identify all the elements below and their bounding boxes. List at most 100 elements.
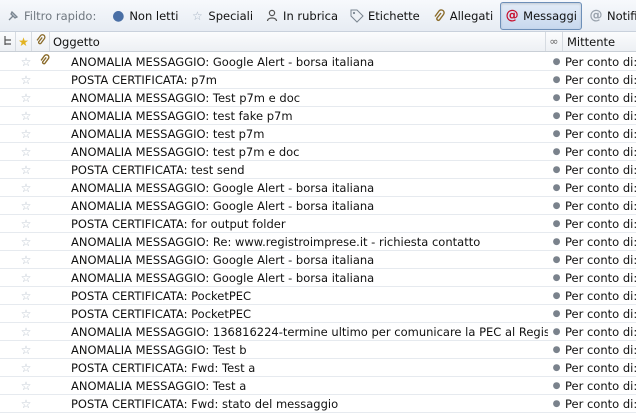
message-row[interactable]: ☆ POSTA CERTIFICATA: p7m ● Per conto di: — [0, 71, 636, 89]
star-toggle-icon[interactable]: ☆ — [16, 307, 36, 321]
correspondents-column-header[interactable]: ∞ — [546, 32, 563, 51]
message-row[interactable]: ☆ ANOMALIA MESSAGGIO: Google Alert - bors… — [0, 269, 636, 287]
message-row[interactable]: ☆ POSTA CERTIFICATA: test send ● Per conto … — [0, 161, 636, 179]
read-status-icon[interactable]: ● — [548, 201, 565, 211]
read-status-icon[interactable]: ● — [548, 273, 565, 283]
message-row[interactable]: ☆ POSTA CERTIFICATA: PocketPEC ● Per conto … — [0, 305, 636, 323]
read-status-icon[interactable]: ● — [548, 165, 565, 175]
message-row[interactable]: ☆ ANOMALIA MESSAGGIO: Test a ● Per conto di… — [0, 377, 636, 395]
star-toggle-icon[interactable]: ☆ — [16, 181, 36, 195]
message-sender: Per conto di: — [565, 108, 636, 123]
at-icon: @ — [505, 7, 519, 23]
message-subject: ANOMALIA MESSAGGIO: Google Alert - borsa… — [71, 252, 375, 267]
read-status-icon[interactable]: ● — [548, 345, 565, 355]
read-status-icon[interactable]: ● — [548, 291, 565, 301]
filter-messages-button[interactable]: @ Messaggi — [500, 1, 582, 30]
star-toggle-icon[interactable]: ☆ — [16, 163, 36, 177]
message-sender: Per conto di: — [565, 306, 636, 321]
read-status-icon[interactable]: ● — [548, 399, 565, 409]
star-toggle-icon[interactable]: ☆ — [16, 145, 36, 159]
message-row[interactable]: ☆ POSTA CERTIFICATA: PocketPEC ● Per conto … — [0, 287, 636, 305]
read-status-icon[interactable]: ● — [548, 327, 565, 337]
message-sender: Per conto di: — [565, 54, 636, 69]
message-subject: ANOMALIA MESSAGGIO: Google Alert - borsa… — [71, 198, 375, 213]
message-row[interactable]: ☆ ANOMALIA MESSAGGIO: Google Alert - bors… — [0, 197, 636, 215]
message-sender: Per conto di: — [565, 288, 636, 303]
star-toggle-icon[interactable]: ☆ — [16, 127, 36, 141]
message-subject: POSTA CERTIFICATA: test send — [71, 162, 245, 177]
read-status-icon[interactable]: ● — [548, 129, 565, 139]
message-row[interactable]: ☆ ANOMALIA MESSAGGIO: Re: www.registroimp… — [0, 233, 636, 251]
message-subject: POSTA CERTIFICATA: PocketPEC — [71, 288, 252, 303]
star-toggle-icon[interactable]: ☆ — [16, 91, 36, 105]
filter-unread-button[interactable]: ● Non letti — [106, 2, 183, 30]
message-row[interactable]: ☆ ANOMALIA MESSAGGIO: Test b ● Per conto di… — [0, 341, 636, 359]
sender-column-header[interactable]: Mittente — [563, 32, 636, 51]
message-row[interactable]: ☆ ANOMALIA MESSAGGIO: test p7m ● Per conto … — [0, 125, 636, 143]
message-row[interactable]: ☆ ANOMALIA MESSAGGIO: Test p7m e doc ● Per … — [0, 89, 636, 107]
message-row[interactable]: ☆ ANOMALIA MESSAGGIO: Google Alert - bors… — [0, 53, 636, 71]
message-sender: Per conto di: — [565, 162, 636, 177]
message-row[interactable]: ☆ ANOMALIA MESSAGGIO: Google Alert - bors… — [0, 251, 636, 269]
quick-filter-pin-icon[interactable] — [6, 9, 20, 23]
message-row[interactable]: ☆ ANOMALIA MESSAGGIO: 136816224-termine u… — [0, 323, 636, 341]
star-toggle-icon[interactable]: ☆ — [16, 199, 36, 213]
dot-icon: ● — [112, 7, 125, 24]
read-status-icon[interactable]: ● — [548, 93, 565, 103]
message-row[interactable]: ☆ ANOMALIA MESSAGGIO: test fake p7m ● Per c… — [0, 107, 636, 125]
person-icon — [265, 9, 279, 23]
message-subject: ANOMALIA MESSAGGIO: 136816224-termine ul… — [71, 324, 548, 339]
star-toggle-icon[interactable]: ☆ — [16, 253, 36, 267]
filter-notifications-button[interactable]: @ Notifiche — [584, 2, 636, 30]
filter-attachments-button[interactable]: Allegati — [427, 2, 498, 30]
read-status-icon[interactable]: ● — [548, 75, 565, 85]
message-row[interactable]: ☆ POSTA CERTIFICATA: Fwd: stato del messa… — [0, 395, 636, 413]
star-toggle-icon[interactable]: ☆ — [16, 271, 36, 285]
quick-filter-bar: Filtro rapido: ● Non letti ☆ Speciali In… — [0, 0, 636, 32]
star-column-header[interactable]: ★ — [16, 32, 32, 51]
message-row[interactable]: ☆ POSTA CERTIFICATA: for output folder ● Pe… — [0, 215, 636, 233]
read-status-icon[interactable]: ● — [548, 381, 565, 391]
filter-contacts-button[interactable]: In rubrica — [260, 2, 343, 30]
star-toggle-icon[interactable]: ☆ — [16, 55, 36, 69]
message-row[interactable]: ☆ POSTA CERTIFICATA: Fwd: Test a ● Per cont… — [0, 359, 636, 377]
filter-tags-button[interactable]: Etichette — [345, 2, 425, 30]
message-subject: ANOMALIA MESSAGGIO: test p7m — [71, 126, 265, 141]
star-toggle-icon[interactable]: ☆ — [16, 325, 36, 339]
star-toggle-icon[interactable]: ☆ — [16, 397, 36, 411]
read-status-icon[interactable]: ● — [548, 219, 565, 229]
message-subject: POSTA CERTIFICATA: p7m — [71, 72, 217, 87]
read-status-icon[interactable]: ● — [548, 237, 565, 247]
message-subject: ANOMALIA MESSAGGIO: Re: www.registroimpr… — [71, 234, 481, 249]
star-toggle-icon[interactable]: ☆ — [16, 361, 36, 375]
message-row[interactable]: ☆ ANOMALIA MESSAGGIO: test p7m e doc ● Per … — [0, 143, 636, 161]
star-toggle-icon[interactable]: ☆ — [16, 217, 36, 231]
message-subject: ANOMALIA MESSAGGIO: Google Alert - borsa… — [71, 54, 375, 69]
message-sender: Per conto di: — [565, 234, 636, 249]
read-status-icon[interactable]: ● — [548, 255, 565, 265]
message-subject: ANOMALIA MESSAGGIO: Test p7m e doc — [71, 90, 301, 105]
star-toggle-icon[interactable]: ☆ — [16, 73, 36, 87]
star-toggle-icon[interactable]: ☆ — [16, 379, 36, 393]
star-icon: ☆ — [192, 8, 203, 23]
star-toggle-icon[interactable]: ☆ — [16, 235, 36, 249]
read-status-icon[interactable]: ● — [548, 183, 565, 193]
message-list: ☆ ANOMALIA MESSAGGIO: Google Alert - bors… — [0, 53, 636, 413]
paperclip-icon — [432, 8, 446, 23]
thread-column-header[interactable] — [0, 32, 16, 51]
read-status-icon[interactable]: ● — [548, 363, 565, 373]
attachment-column-header[interactable] — [32, 32, 50, 51]
message-sender: Per conto di: — [565, 360, 636, 375]
star-toggle-icon[interactable]: ☆ — [16, 289, 36, 303]
read-status-icon[interactable]: ● — [548, 111, 565, 121]
tag-icon — [350, 9, 364, 23]
read-status-icon[interactable]: ● — [548, 147, 565, 157]
filter-starred-button[interactable]: ☆ Speciali — [185, 2, 258, 30]
read-status-icon[interactable]: ● — [548, 309, 565, 319]
subject-column-header[interactable]: Oggetto — [50, 32, 546, 51]
star-toggle-icon[interactable]: ☆ — [16, 109, 36, 123]
message-row[interactable]: ☆ ANOMALIA MESSAGGIO: Google Alert - bors… — [0, 179, 636, 197]
read-status-icon[interactable]: ● — [548, 57, 565, 67]
message-subject: POSTA CERTIFICATA: Fwd: Test a — [71, 360, 256, 375]
star-toggle-icon[interactable]: ☆ — [16, 343, 36, 357]
